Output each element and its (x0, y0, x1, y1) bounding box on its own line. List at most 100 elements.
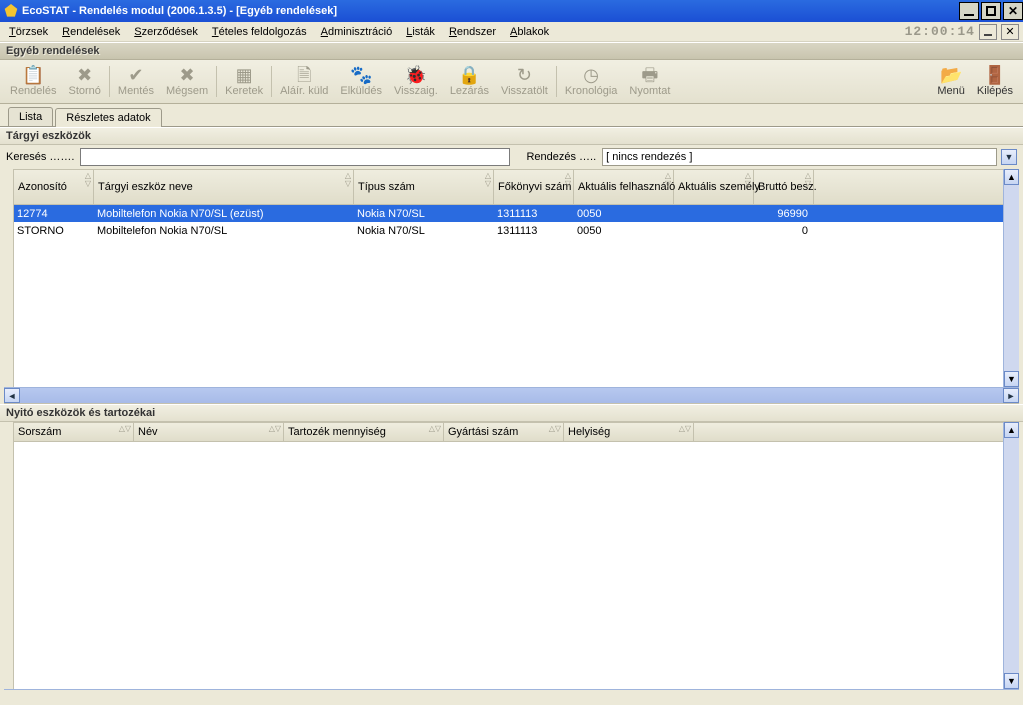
sort-dropdown-button[interactable]: ▼ (1001, 149, 1017, 165)
toolbar-label: Nyomtat (629, 85, 670, 97)
accessories-horizontal-scrollbar[interactable] (4, 689, 1019, 705)
cell-azonosito: STORNO (14, 222, 93, 239)
toolbar-label: Elküldés (340, 85, 382, 97)
cell-szemely (673, 222, 753, 239)
scroll-up-button[interactable]: ▲ (1004, 422, 1019, 438)
cell-tipus: Nokia N70/SL (353, 205, 493, 222)
column-header-sorsz-m[interactable]: Sorszám△▽ (14, 423, 134, 441)
lezaras-icon: 🔒 (458, 66, 480, 84)
column-header-szemely[interactable]: Aktuális személy△▽ (674, 170, 754, 204)
toolbar-kronologia-button: ◷Kronológia (559, 62, 624, 101)
toolbar-menu-button[interactable]: 📂Menü (931, 62, 971, 101)
cell-brutto: 0 (753, 222, 813, 239)
column-header-felhasz[interactable]: Aktuális felhasználó△▽ (574, 170, 674, 204)
nyomtat-icon: 🖶 (641, 66, 658, 84)
toolbar-visszaig-button: 🐞Visszaig. (388, 62, 444, 101)
toolbar-label: Mentés (118, 85, 154, 97)
toolbar-label: Mégsem (166, 85, 208, 97)
keretek-icon: ▦ (236, 66, 253, 84)
grid-gutter (4, 169, 14, 387)
cell-felhasz: 0050 (573, 205, 673, 222)
visszaig-icon: 🐞 (405, 66, 427, 84)
app-icon (4, 4, 18, 18)
menu-adminisztr-ci-[interactable]: Adminisztráció (316, 24, 398, 40)
accessories-vertical-scrollbar[interactable]: ▲ ▼ (1003, 422, 1019, 689)
cell-azonosito: 12774 (14, 205, 93, 222)
cell-felhasz: 0050 (573, 222, 673, 239)
mdi-close-button[interactable]: ✕ (1001, 24, 1019, 40)
scroll-down-button[interactable]: ▼ (1004, 673, 1019, 689)
assets-horizontal-scrollbar[interactable]: ◄ ► (4, 387, 1019, 403)
tab-lista[interactable]: Lista (8, 107, 53, 126)
menu-rendel-sek[interactable]: Rendelések (57, 24, 125, 40)
toolbar-label: Menü (937, 85, 965, 97)
menu-szerz-d-sek[interactable]: Szerződések (129, 24, 203, 40)
column-header-helyis-g[interactable]: Helyiség△▽ (564, 423, 694, 441)
column-header-gy-rt-si-sz-m[interactable]: Gyártási szám△▽ (444, 423, 564, 441)
sort-select[interactable]: [ nincs rendezés ] (602, 148, 997, 166)
column-header-azonosito[interactable]: Azonosító△▽ (14, 170, 94, 204)
assets-vertical-scrollbar[interactable]: ▲ ▼ (1003, 169, 1019, 387)
search-sort-row: Keresés ……. Rendezés ….. [ nincs rendezé… (0, 145, 1023, 169)
window-close-button[interactable]: ✕ (1003, 2, 1023, 20)
cell-nev: Mobiltelefon Nokia N70/SL (93, 222, 353, 239)
table-row[interactable]: STORNOMobiltelefon Nokia N70/SLNokia N70… (14, 222, 1003, 239)
search-label: Keresés ……. (6, 151, 74, 163)
title-bar: EcoSTAT - Rendelés modul (2006.1.3.5) - … (0, 0, 1023, 22)
column-header-tipus[interactable]: Típus szám△▽ (354, 170, 494, 204)
search-input[interactable] (80, 148, 510, 166)
window-minimize-button[interactable] (959, 2, 979, 20)
bottom-panel-title: Nyitó eszközök és tartozékai (0, 404, 1023, 422)
column-header-fokonyvi[interactable]: Főkönyvi szám△▽ (494, 170, 574, 204)
menu-rendszer[interactable]: Rendszer (444, 24, 501, 40)
assets-grid: Azonosító△▽Tárgyi eszköz neve△▽Típus szá… (4, 169, 1019, 404)
mdi-minimize-button[interactable] (979, 24, 997, 40)
menu-icon: 📂 (940, 66, 962, 84)
window-title: EcoSTAT - Rendelés modul (2006.1.3.5) - … (22, 5, 337, 17)
toolbar-storno-button: ✖Stornó (62, 62, 106, 101)
toolbar-label: Visszaig. (394, 85, 438, 97)
sort-label: Rendezés ….. (526, 151, 596, 163)
tab-strip: ListaRészletes adatok (0, 104, 1023, 126)
column-header-tartoz-k-mennyis-g[interactable]: Tartozék mennyiség△▽ (284, 423, 444, 441)
toolbar-label: Keretek (225, 85, 263, 97)
toolbar-megsem-button: ✖Mégsem (160, 62, 214, 101)
mentes-icon: ✔ (128, 66, 143, 84)
table-row[interactable]: ▸12774Mobiltelefon Nokia N70/SL (ezüst)N… (14, 205, 1003, 222)
accessories-grid-body (14, 442, 1003, 689)
column-header-nev[interactable]: Tárgyi eszköz neve△▽ (94, 170, 354, 204)
assets-grid-body: ▸12774Mobiltelefon Nokia N70/SL (ezüst)N… (14, 205, 1003, 387)
assets-grid-header: Azonosító△▽Tárgyi eszköz neve△▽Típus szá… (14, 169, 1003, 205)
rendeles-icon: 📋 (22, 66, 44, 84)
cell-tipus: Nokia N70/SL (353, 222, 493, 239)
elkuldes-icon: 🐾 (350, 66, 372, 84)
scroll-left-button[interactable]: ◄ (4, 388, 20, 403)
toolbar-label: Kilépés (977, 85, 1013, 97)
kronologia-icon: ◷ (583, 66, 599, 84)
column-header-n-v[interactable]: Név△▽ (134, 423, 284, 441)
scroll-down-button[interactable]: ▼ (1004, 371, 1019, 387)
toolbar-label: Aláír. küld (280, 85, 328, 97)
toolbar-elkuldes-button: 🐾Elküldés (334, 62, 388, 101)
toolbar-rendeles-button: 📋Rendelés (4, 62, 62, 101)
accessories-grid: Sorszám△▽Név△▽Tartozék mennyiség△▽Gyártá… (4, 422, 1019, 705)
window-maximize-button[interactable] (981, 2, 1001, 20)
tab-r-szletes-adatok[interactable]: Részletes adatok (55, 108, 161, 127)
cell-fokonyvi: 1311113 (493, 205, 573, 222)
column-header-brutto[interactable]: Bruttó besz.△▽ (754, 170, 814, 204)
toolbar-lezaras-button: 🔒Lezárás (444, 62, 495, 101)
scroll-right-button[interactable]: ► (1003, 388, 1019, 403)
menu-t-rzsek[interactable]: Törzsek (4, 24, 53, 40)
cell-fokonyvi: 1311113 (493, 222, 573, 239)
toolbar-nyomtat-button: 🖶Nyomtat (623, 62, 676, 101)
toolbar-kilepes-button[interactable]: 🚪Kilépés (971, 62, 1019, 101)
toolbar-label: Stornó (68, 85, 100, 97)
top-panel-title: Tárgyi eszközök (0, 127, 1023, 145)
menu-ablakok[interactable]: Ablakok (505, 24, 554, 40)
megsem-icon: ✖ (180, 66, 195, 84)
menu-list-k[interactable]: Listák (401, 24, 440, 40)
scroll-up-button[interactable]: ▲ (1004, 169, 1019, 185)
menu-t-teles-feldolgoz-s[interactable]: Tételes feldolgozás (207, 24, 312, 40)
alair-icon: 🗎 (297, 66, 311, 84)
clock: 12:00:14 (905, 24, 975, 39)
